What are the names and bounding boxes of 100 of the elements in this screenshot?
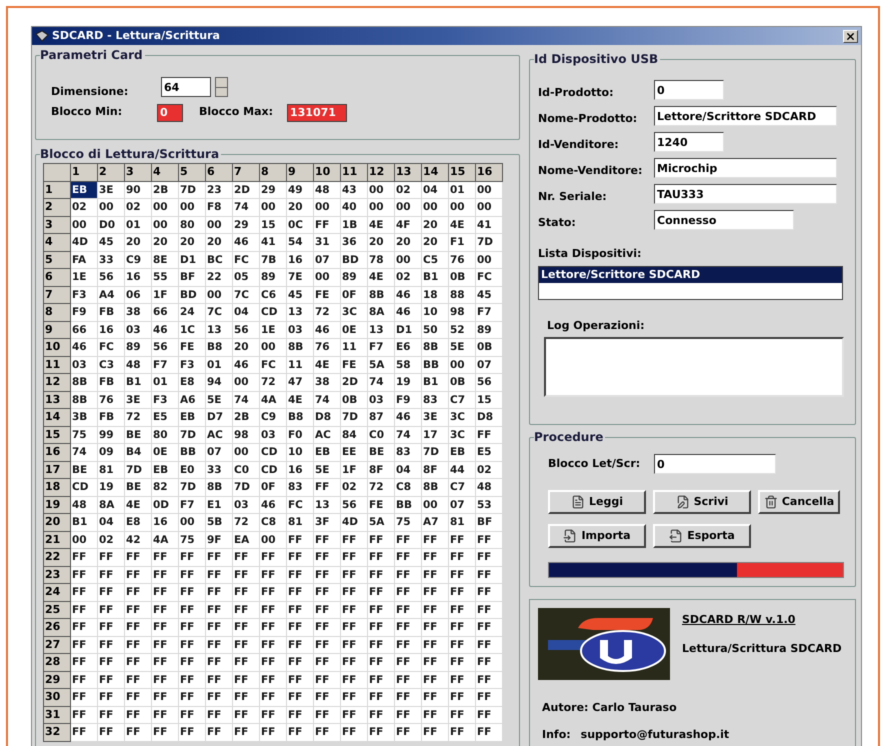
hex-cell[interactable]: 00 [98,198,124,216]
hex-cell[interactable]: FF [232,618,260,636]
hex-cell[interactable]: 8B [286,338,314,356]
hex-cell[interactable]: 89 [124,338,152,356]
hex-cell[interactable]: FB [98,304,124,321]
hex-cell[interactable]: F8 [206,198,232,216]
hex-cell[interactable]: 47 [286,374,314,391]
hex-cell[interactable]: FF [448,584,476,601]
hex-cell[interactable]: 4E [368,216,394,234]
hex-cell[interactable]: FF [98,654,124,671]
hex-cell[interactable]: 4E [314,356,340,374]
hex-cell[interactable]: 9F [206,531,232,548]
device-list-item[interactable]: Lettore/Scrittore SDCARD [539,266,842,282]
action-button[interactable]: Leggi [548,490,646,514]
hex-cell[interactable]: 52 [448,321,476,338]
hex-cell[interactable]: FF [206,706,232,724]
hex-cell[interactable]: EE [340,444,368,461]
hex-cell[interactable]: FF [152,688,178,706]
hex-cell[interactable]: FF [124,636,152,654]
hex-cell[interactable]: 36 [340,234,368,251]
hex-cell[interactable]: 01 [124,216,152,234]
hex-cell[interactable]: 74 [314,391,340,408]
hex-cell[interactable]: FF [98,724,124,741]
hex-cell[interactable]: FF [206,566,232,584]
hex-cell[interactable]: FF [476,671,502,688]
hex-cell[interactable]: FF [394,636,422,654]
hex-cell[interactable]: F3 [152,391,178,408]
hex-cell[interactable]: 44 [448,461,476,478]
hex-cell[interactable]: 00 [476,198,502,216]
hex-cell[interactable]: FF [422,618,448,636]
hex-cell[interactable]: B1 [422,268,448,286]
hex-cell[interactable]: 16 [124,268,152,286]
hex-cell[interactable]: FF [70,566,98,584]
hex-cell[interactable]: FF [286,548,314,566]
hex-cell[interactable]: E5 [476,444,502,461]
hex-cell[interactable]: FF [98,601,124,618]
hex-cell[interactable]: C3 [98,356,124,374]
hex-cell[interactable]: 0B [340,391,368,408]
hex-cell[interactable]: FF [340,618,368,636]
hex-cell[interactable]: 02 [340,478,368,496]
hex-cell[interactable]: FF [178,584,206,601]
hex-cell[interactable]: D8 [476,408,502,426]
size-field[interactable]: 64 [161,77,211,98]
hex-cell[interactable]: FF [448,618,476,636]
hex-cell[interactable]: 3E [124,391,152,408]
hex-cell[interactable]: F3 [70,286,98,304]
hex-cell[interactable]: 00 [260,198,286,216]
hex-cell[interactable]: FF [260,671,286,688]
hex-cell[interactable]: FF [152,566,178,584]
hex-cell[interactable]: FF [232,584,260,601]
hex-cell[interactable]: FF [394,601,422,618]
hex-cell[interactable]: FF [476,548,502,566]
hex-cell[interactable]: 02 [394,181,422,198]
hex-cell[interactable]: 72 [260,374,286,391]
hex-cell[interactable]: 20 [368,234,394,251]
hex-cell[interactable]: 5E [206,391,232,408]
hex-cell[interactable]: 16 [152,514,178,531]
hex-cell[interactable]: FC [286,496,314,514]
hex-cell[interactable]: FF [314,478,340,496]
hex-cell[interactable]: F9 [70,304,98,321]
hex-cell[interactable]: FF [340,601,368,618]
hex-cell[interactable]: 00 [448,356,476,374]
hex-cell[interactable]: FF [314,688,340,706]
hex-cell[interactable]: 22 [206,268,232,286]
hex-cell[interactable]: 3C [340,304,368,321]
hex-cell[interactable]: FF [152,584,178,601]
hex-cell[interactable]: B4 [124,444,152,461]
hex-cell[interactable]: 0D [152,496,178,514]
hex-cell[interactable]: FF [368,618,394,636]
hex-cell[interactable]: FB [98,408,124,426]
hex-cell[interactable]: 03 [368,391,394,408]
hex-cell[interactable]: FF [448,636,476,654]
hex-cell[interactable]: BE [368,444,394,461]
hex-cell[interactable]: E8 [178,374,206,391]
hex-cell[interactable]: 82 [152,478,178,496]
hex-cell[interactable]: 00 [206,216,232,234]
hex-cell[interactable]: 98 [448,304,476,321]
hex-cell[interactable]: FF [124,618,152,636]
hex-cell[interactable]: 20 [286,198,314,216]
hex-cell[interactable]: 7C [232,286,260,304]
hex-cell[interactable]: 74 [232,391,260,408]
hex-cell[interactable]: 42 [124,531,152,548]
hex-cell[interactable]: 5A [368,356,394,374]
hex-cell[interactable]: FF [178,706,206,724]
hex-cell[interactable]: F7 [152,356,178,374]
hex-cell[interactable]: 16 [286,461,314,478]
hex-cell[interactable]: FF [422,706,448,724]
hex-cell[interactable]: EA [232,531,260,548]
hex-cell[interactable]: 78 [368,251,394,268]
hex-cell[interactable]: C0 [368,426,394,444]
hex-cell[interactable]: 29 [232,216,260,234]
hex-cell[interactable]: BE [70,461,98,478]
hex-cell[interactable]: FF [124,566,152,584]
hex-cell[interactable]: 04 [422,181,448,198]
hex-cell[interactable]: FF [260,601,286,618]
action-button[interactable]: Esporta [653,524,751,548]
hex-cell[interactable]: 83 [422,391,448,408]
hex-cell[interactable]: 00 [206,286,232,304]
hex-cell[interactable]: FF [314,618,340,636]
hex-cell[interactable]: 1F [152,286,178,304]
